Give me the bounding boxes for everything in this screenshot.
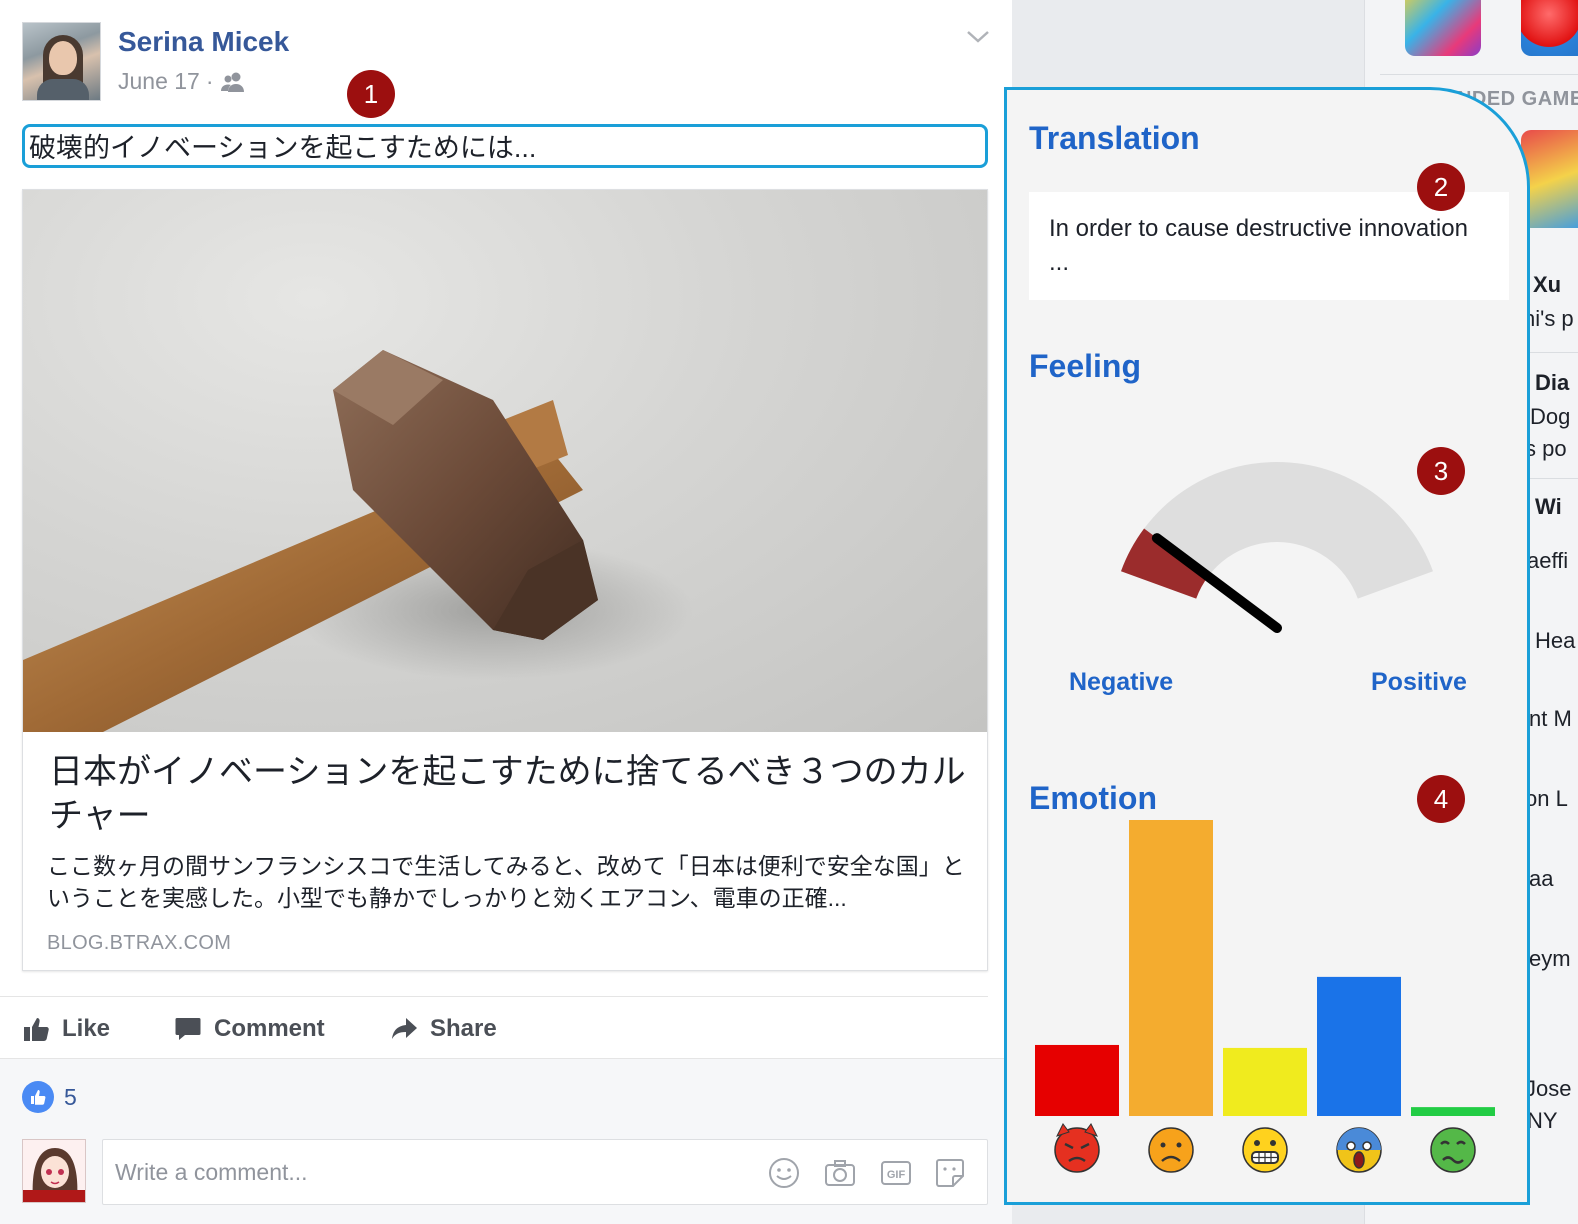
translation-heading: Translation: [1029, 120, 1200, 156]
comment-input[interactable]: [115, 1154, 735, 1190]
link-preview-card[interactable]: 日本がイノベーションを起こすために捨てるべき３つのカルチャー ここ数ヶ月の間サン…: [22, 189, 988, 971]
annotation-badge-1: 1: [347, 70, 395, 118]
camera-icon[interactable]: [823, 1156, 857, 1190]
sidebar-text-5: s po: [1525, 436, 1567, 461]
post-text: 破壊的イノベーションを起こすためには...: [22, 124, 988, 168]
comments-section: 5 Write a comment... GIF: [0, 1058, 1012, 1224]
link-description: ここ数ヶ月の間サンフランシスコで生活してみると、改めて「日本は便利で安全な国」と…: [47, 853, 965, 911]
gif-icon[interactable]: GIF: [879, 1156, 913, 1190]
emotion-bar-angry: [1035, 1044, 1119, 1116]
nauseated-face-emoji-icon: [1430, 1127, 1476, 1173]
sidebar-text-1: Xu: [1533, 272, 1562, 297]
game-tile-heart[interactable]: [1521, 0, 1578, 56]
like-reaction-icon: [22, 1081, 54, 1113]
sidebar-text-4: Dog: [1530, 404, 1571, 429]
chevron-down-icon[interactable]: [964, 26, 992, 46]
author-avatar[interactable]: [22, 22, 101, 101]
news-feed-post: Serina Micek June 17 · 破壊的イノベーションを起こすために…: [0, 0, 1012, 1224]
sticker-icon[interactable]: [933, 1156, 967, 1190]
scream-face-emoji-icon: [1336, 1127, 1382, 1173]
link-domain: BLOG.BTRAX.COM: [47, 932, 232, 954]
sad-face-emoji-icon: [1148, 1127, 1194, 1173]
post-meta: June 17 ·: [118, 68, 246, 95]
annotation-badge-2: 2: [1417, 163, 1465, 211]
grimace-face-emoji-icon: [1242, 1127, 1288, 1173]
angry-devil-emoji-icon: [1054, 1123, 1100, 1173]
sidebar-text-11: aa: [1529, 866, 1554, 891]
annotation-badge-4: 4: [1417, 775, 1465, 823]
sidebar-text-8: Hea: [1535, 628, 1576, 653]
meta-separator: ·: [205, 68, 214, 94]
link-preview-image[interactable]: [23, 190, 987, 732]
comment-composer: GIF: [102, 1139, 988, 1205]
sidebar-divider: [1380, 74, 1578, 75]
emotion-bar-chart: [1035, 820, 1495, 1173]
post-date[interactable]: June 17: [118, 68, 200, 95]
anime-avatar-image: [23, 1140, 85, 1202]
emotion-bar-fear: [1317, 976, 1401, 1116]
screenshot-stage: RECOMMENDED GAMES Xu hi's p Dia Dog s po…: [0, 0, 1578, 1224]
sidebar-text-12: eym: [1529, 946, 1571, 971]
reactions-summary[interactable]: 5: [22, 1081, 77, 1113]
link-title[interactable]: 日本がイノベーションを起こすために捨てるべき３つのカルチャー: [49, 750, 969, 838]
analysis-panel: Translation In order to cause destructiv…: [1004, 87, 1530, 1205]
sidebar-text-14: NY: [1527, 1108, 1558, 1133]
like-button[interactable]: Like: [22, 1015, 110, 1043]
share-button[interactable]: Share: [390, 1015, 497, 1043]
sidebar-text-10: on L: [1525, 786, 1568, 811]
comment-label: Comment: [214, 1015, 325, 1042]
gauge-negative-label: Negative: [1069, 668, 1174, 696]
sidebar-text-3: Dia: [1535, 370, 1570, 395]
thumbs-up-icon: [24, 1018, 49, 1041]
share-label: Share: [430, 1015, 497, 1042]
sidebar-text-9: nt M: [1529, 706, 1572, 731]
author-name[interactable]: Serina Micek: [118, 26, 289, 58]
emotion-bar-joy: [1223, 1047, 1307, 1116]
sidebar-text-13: Jose: [1525, 1076, 1572, 1101]
like-count: 5: [64, 1083, 77, 1110]
gauge-positive-label: Positive: [1371, 668, 1467, 696]
like-label: Like: [62, 1015, 111, 1042]
emoji-icon[interactable]: [767, 1156, 801, 1190]
comment-icon: [175, 1018, 201, 1040]
share-arrow-icon: [392, 1018, 417, 1039]
emotion-bar-disgust: [1411, 1107, 1495, 1116]
emotion-bar-sad: [1129, 820, 1213, 1116]
friends-icon[interactable]: [220, 71, 246, 93]
sidebar-text-7: aeffi: [1527, 548, 1569, 573]
hammer-image: [23, 350, 693, 732]
sidebar-text-2: hi's p: [1523, 306, 1574, 331]
feeling-heading: Feeling: [1029, 348, 1142, 384]
post-action-bar: Like Comment Share: [0, 996, 988, 1058]
commenter-avatar[interactable]: [22, 1139, 86, 1203]
sidebar-text-6: Wi: [1535, 494, 1562, 519]
svg-text:GIF: GIF: [887, 1169, 906, 1181]
game-tile-jewel[interactable]: [1405, 0, 1481, 56]
comment-button[interactable]: Comment: [174, 1015, 325, 1043]
feeling-gauge: [1121, 462, 1433, 633]
annotation-badge-3: 3: [1417, 447, 1465, 495]
